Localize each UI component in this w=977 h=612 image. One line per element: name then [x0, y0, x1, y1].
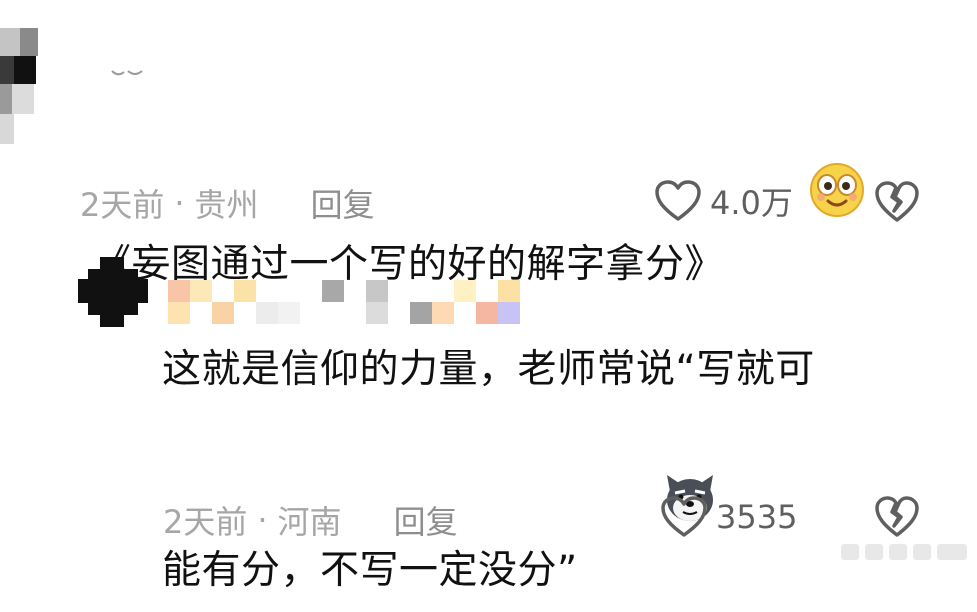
broken-heart-icon: [875, 181, 919, 222]
like-button[interactable]: 4.0万: [654, 178, 793, 224]
comment-2: 这就是信仰的力量，老师常说“写就可 能有分，不写一定没分” 2天前 · 河南 回…: [0, 245, 977, 593]
comment-location: 贵州: [194, 186, 259, 224]
pixelated-avatar-shape: [78, 257, 148, 327]
watermark-logo: [841, 540, 971, 570]
username-blurred[interactable]: [168, 280, 520, 324]
avatar[interactable]: [0, 28, 58, 146]
dislike-button[interactable]: [874, 495, 920, 543]
username-fragment[interactable]: [110, 62, 144, 76]
heart-outline-icon: [655, 180, 701, 221]
comment-location: 河南: [277, 503, 342, 541]
meta-separator: ·: [174, 184, 185, 222]
username-pixels: [168, 280, 520, 324]
meta-separator: ·: [257, 501, 268, 539]
broken-heart-icon: [875, 496, 919, 537]
reply-button[interactable]: 回复: [311, 180, 375, 226]
comment-meta: 2天前 · 贵州 回复: [80, 180, 375, 226]
dislike-button[interactable]: [874, 180, 920, 228]
reply-button[interactable]: 回复: [394, 497, 458, 543]
comment-1: 《妄图通过一个写的好的解字拿分》 2天前 · 贵州 回复 4.0万: [0, 0, 977, 287]
heart-outline-icon: [661, 496, 707, 537]
comment-meta: 2天前 · 河南 回复: [163, 497, 458, 543]
smiling-face-icon: [810, 163, 865, 217]
watermark-mark: [841, 544, 967, 560]
like-count: 4.0万: [710, 184, 793, 222]
comment-time: 2天前: [163, 503, 248, 541]
comment-text: 这就是信仰的力量，老师常说“写就可 能有分，不写一定没分”: [162, 337, 815, 612]
username-fragment-mark: [111, 70, 143, 76]
comment-time: 2天前: [80, 186, 165, 224]
like-count: 3535: [716, 498, 798, 536]
avatar[interactable]: [78, 257, 148, 327]
like-button[interactable]: 3535: [660, 495, 797, 539]
